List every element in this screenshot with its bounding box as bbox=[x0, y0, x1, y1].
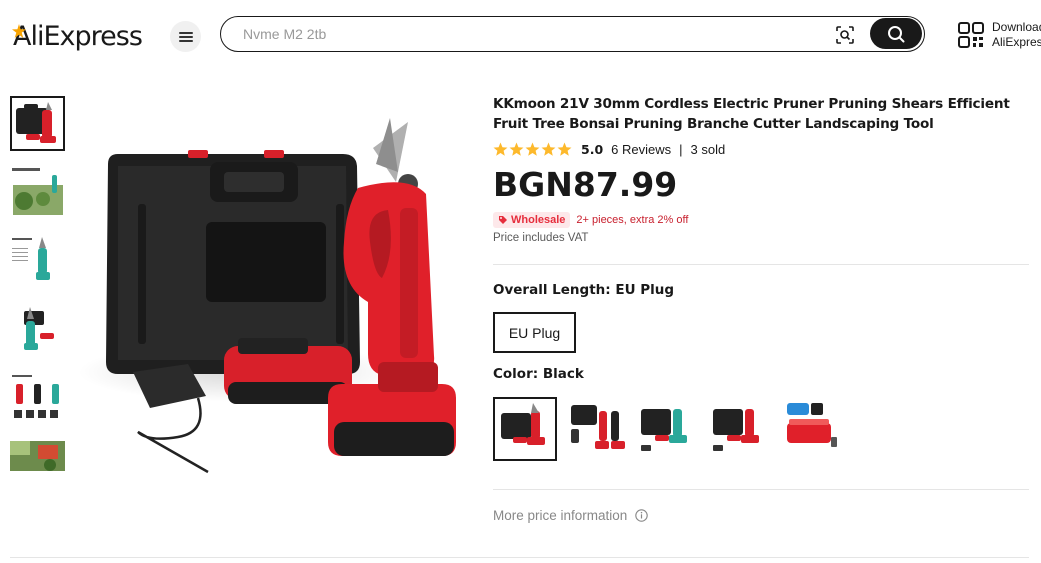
product-photo bbox=[78, 92, 470, 484]
product-price: BGN87.99 bbox=[493, 165, 678, 204]
divider bbox=[493, 264, 1029, 265]
thumbnail-image-specs bbox=[10, 234, 65, 289]
color-swatch-image bbox=[565, 397, 629, 461]
thumbnail-6[interactable] bbox=[10, 441, 65, 471]
header: AliExpress Nvme M2 2tb Download AliExpre… bbox=[0, 0, 1041, 72]
qr-code-icon bbox=[958, 22, 984, 48]
info-icon bbox=[635, 509, 649, 522]
search-button[interactable] bbox=[870, 18, 922, 49]
more-price-info-link[interactable]: More price information bbox=[493, 508, 649, 523]
aliexpress-logo[interactable]: AliExpress bbox=[12, 16, 143, 56]
hamburger-icon bbox=[178, 31, 193, 42]
thumbnail-list bbox=[10, 96, 66, 485]
tag-icon bbox=[499, 216, 507, 224]
overall-length-value: EU Plug bbox=[615, 282, 675, 298]
wholesale-badge-label: Wholesale bbox=[511, 214, 566, 226]
thumbnail-5[interactable] bbox=[10, 372, 65, 427]
color-value: Black bbox=[542, 366, 584, 382]
download-line2: AliExpress app bbox=[992, 35, 1041, 49]
divider bbox=[493, 489, 1029, 490]
color-swatch-image bbox=[637, 397, 701, 461]
color-option-2[interactable] bbox=[565, 397, 629, 461]
rating-stars[interactable] bbox=[493, 142, 573, 157]
color-options bbox=[493, 397, 853, 461]
thumbnail-image-garden bbox=[10, 165, 65, 220]
bottom-divider bbox=[10, 557, 1029, 558]
menu-button[interactable] bbox=[170, 21, 201, 52]
color-swatch-image bbox=[781, 397, 845, 461]
product-title: KKmoon 21V 30mm Cordless Electric Pruner… bbox=[493, 96, 1010, 132]
overall-length-label-row: Overall Length: EU Plug bbox=[493, 282, 674, 298]
rating-row: 5.0 6 Reviews | 3 sold bbox=[493, 142, 1029, 157]
logo-text: AliExpress bbox=[13, 20, 143, 52]
thumbnail-image-variants bbox=[10, 372, 65, 427]
color-label-row: Color: Black bbox=[493, 366, 584, 382]
search-bar bbox=[220, 16, 925, 52]
main-product-image[interactable] bbox=[78, 92, 470, 484]
download-line1: Download bbox=[992, 20, 1041, 34]
camera-search-icon bbox=[836, 26, 854, 44]
plug-option-eu[interactable]: EU Plug bbox=[493, 312, 576, 353]
color-option-3[interactable] bbox=[637, 397, 701, 461]
wholesale-row: Wholesale 2+ pieces, extra 2% off bbox=[493, 212, 1029, 228]
wholesale-badge: Wholesale bbox=[493, 212, 571, 228]
star-icon bbox=[493, 142, 508, 156]
color-swatch-image bbox=[495, 399, 555, 459]
thumbnail-3[interactable] bbox=[10, 234, 65, 289]
sold-count: 3 sold bbox=[690, 142, 726, 157]
search-icon bbox=[888, 25, 905, 42]
vat-note: Price includes VAT bbox=[493, 232, 589, 244]
search-input[interactable] bbox=[243, 24, 823, 44]
star-icon bbox=[541, 142, 556, 156]
download-app-link[interactable]: Download AliExpress app bbox=[958, 20, 1041, 50]
reviews-link[interactable]: 6 Reviews bbox=[611, 142, 671, 157]
star-icon bbox=[525, 142, 540, 156]
star-icon bbox=[509, 142, 524, 156]
color-option-5[interactable] bbox=[781, 397, 845, 461]
thumbnail-image-outdoor bbox=[10, 441, 65, 471]
wholesale-text: 2+ pieces, extra 2% off bbox=[576, 214, 689, 226]
color-swatch-image bbox=[709, 397, 773, 461]
more-price-info-label: More price information bbox=[493, 508, 628, 523]
thumbnail-1[interactable] bbox=[10, 96, 65, 151]
thumbnail-image-kit bbox=[12, 98, 63, 149]
thumbnail-4[interactable] bbox=[10, 303, 65, 358]
color-label: Color: bbox=[493, 366, 539, 382]
rating-separator: | bbox=[679, 142, 683, 157]
product-info: KKmoon 21V 30mm Cordless Electric Pruner… bbox=[493, 94, 1029, 244]
image-search-button[interactable] bbox=[833, 23, 857, 47]
overall-length-label: Overall Length: bbox=[493, 282, 611, 298]
thumbnail-2[interactable] bbox=[10, 165, 65, 220]
rating-score: 5.0 bbox=[581, 142, 604, 157]
star-icon bbox=[557, 142, 572, 156]
color-option-black[interactable] bbox=[493, 397, 557, 461]
thumbnail-image-teal-kit bbox=[10, 303, 65, 358]
logo-star-icon bbox=[12, 24, 26, 38]
color-option-4[interactable] bbox=[709, 397, 773, 461]
